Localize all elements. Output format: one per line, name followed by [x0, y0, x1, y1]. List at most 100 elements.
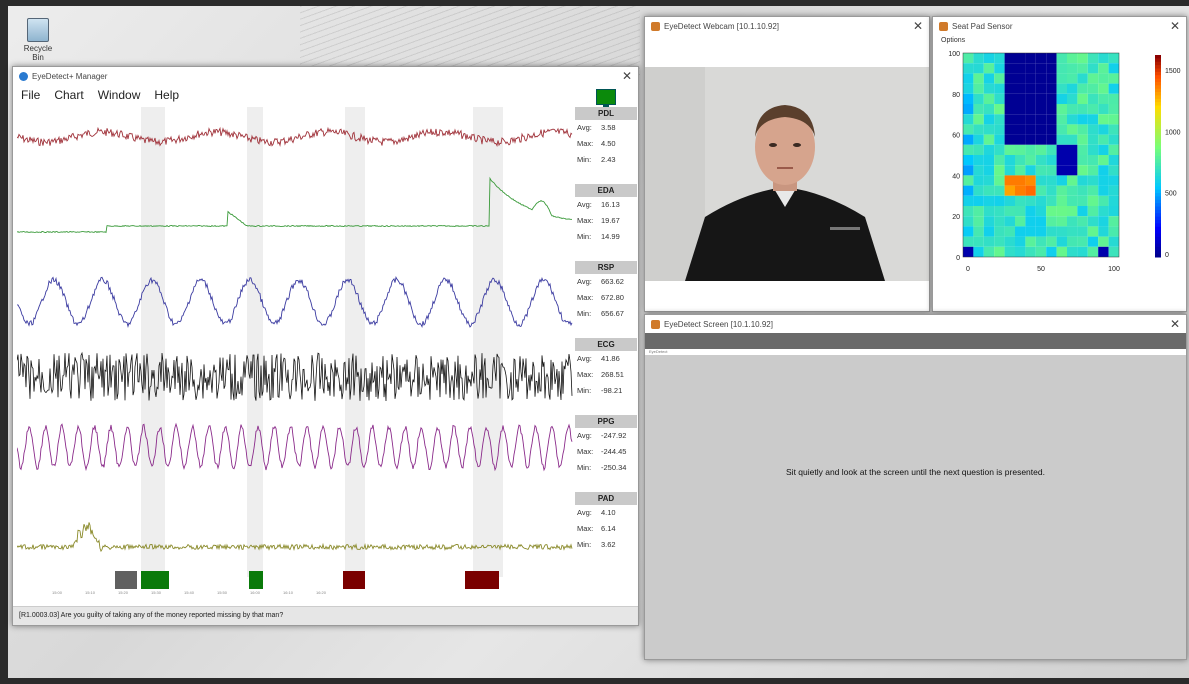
stat-label: Min:	[577, 232, 592, 241]
heatmap-cell	[1087, 175, 1099, 186]
colorbar-segment	[1155, 61, 1161, 66]
heatmap-cell	[973, 185, 984, 196]
question-marker[interactable]	[343, 571, 365, 589]
heatmap-cell	[1056, 226, 1067, 237]
heatmap-cell	[1108, 155, 1119, 166]
heatmap-cell	[983, 155, 995, 166]
heatmap-cell	[1056, 124, 1067, 135]
heatmap-cell	[1046, 83, 1057, 94]
menu-file[interactable]: File	[21, 88, 40, 102]
stat-value: 19.67	[601, 216, 620, 225]
heatmap-cell	[1087, 155, 1099, 166]
heatmap-cell	[1046, 155, 1057, 166]
heatmap-cell	[1067, 83, 1078, 94]
stat-row-max: Max: -244.45	[575, 444, 637, 460]
colorbar-segment	[1155, 193, 1161, 197]
colorbar-segment	[1155, 152, 1161, 157]
heatmap-cell	[994, 134, 1005, 145]
colorbar-segment	[1155, 68, 1161, 73]
stats-eda: EDA Avg: 16.13 Max: 19.67 Min: 14.99	[575, 184, 637, 245]
stats-pad: PAD Avg: 4.10 Max: 6.14 Min: 3.62	[575, 492, 637, 553]
heatmap-cell	[1015, 83, 1026, 94]
seatpad-window[interactable]: Seat Pad Sensor ✕ Options 100 80 60 40 20 0 0 5…	[932, 16, 1187, 312]
heatmap-cell	[973, 63, 984, 74]
heatmap-cell	[994, 185, 1005, 196]
close-icon[interactable]: ✕	[913, 19, 923, 33]
screen-titlebar[interactable]: EyeDetect Screen [10.1.10.92] ✕	[645, 315, 1186, 333]
recycle-bin-icon	[27, 18, 49, 42]
menu-help[interactable]: Help	[154, 88, 179, 102]
heatmap-cell	[1067, 73, 1078, 84]
heatmap-cell	[1077, 104, 1088, 115]
heatmap-cell	[994, 226, 1005, 237]
recycle-bin-shortcut[interactable]: Recycle Bin	[18, 18, 58, 62]
heatmap-cell	[1035, 236, 1047, 247]
heatmap-cell	[1025, 246, 1036, 257]
colorbar-segment	[1155, 186, 1161, 191]
heatmap-cell	[1015, 236, 1026, 247]
heatmap-cell	[1056, 155, 1067, 166]
colorbar-segment	[1155, 85, 1161, 90]
heatmap-cell	[1087, 195, 1099, 206]
menu-window[interactable]: Window	[98, 88, 141, 102]
heatmap-cell	[1087, 216, 1099, 227]
stat-row-avg: Avg: 16.13	[575, 197, 637, 213]
manager-titlebar[interactable]: EyeDetect+ Manager ✕	[13, 67, 638, 85]
question-marker[interactable]	[115, 571, 137, 589]
heatmap-cell	[1025, 216, 1036, 227]
close-icon[interactable]: ✕	[622, 69, 632, 83]
heatmap-cell	[1025, 195, 1036, 206]
webcam-window[interactable]: EyeDetect Webcam [10.1.10.92] ✕	[644, 16, 930, 312]
monitor-status-icon[interactable]	[596, 89, 616, 107]
heatmap-cell	[1087, 93, 1099, 104]
close-icon[interactable]: ✕	[1170, 19, 1180, 33]
heatmap-cell	[1004, 114, 1015, 125]
heatmap-cell	[963, 104, 974, 115]
heatmap-cell	[1046, 144, 1057, 155]
heatmap-cell	[1015, 93, 1026, 104]
colorbar-segment	[1155, 118, 1161, 123]
heatmap-cell	[963, 63, 974, 74]
webcam-titlebar[interactable]: EyeDetect Webcam [10.1.10.92] ✕	[645, 17, 929, 35]
heatmap-cell	[1067, 114, 1078, 125]
question-marker[interactable]	[249, 571, 263, 589]
colorbar-segment	[1155, 112, 1161, 117]
heatmap-cell	[983, 144, 995, 155]
heatmap-cell	[1004, 155, 1015, 166]
x-tick: 100	[1108, 266, 1120, 273]
heatmap-cell	[1046, 63, 1057, 74]
heatmap-cell	[1015, 104, 1026, 115]
heatmap-cell	[1098, 114, 1109, 125]
screen-window[interactable]: EyeDetect Screen [10.1.10.92] ✕ EyeDetec…	[644, 314, 1187, 660]
stat-value: -247.92	[601, 431, 627, 440]
heatmap-cell	[994, 236, 1005, 247]
question-marker[interactable]	[465, 571, 499, 589]
time-tick: 15:40	[184, 590, 195, 595]
heatmap-cell	[973, 195, 984, 206]
manager-window[interactable]: EyeDetect+ Manager ✕ File Chart Window H…	[12, 66, 639, 626]
heatmap-cell	[983, 206, 995, 217]
stat-label: Avg:	[577, 200, 592, 209]
colorbar-segment	[1155, 166, 1161, 170]
heatmap-cell	[1015, 206, 1026, 217]
options-menu[interactable]: Options	[933, 35, 1186, 47]
heatmap-cell	[963, 155, 974, 166]
y-tick: 80	[952, 92, 960, 99]
menu-chart[interactable]: Chart	[54, 88, 83, 102]
pressure-heatmap: 1008060402000 50 100150010005000	[948, 51, 1180, 273]
heatmap-cell	[973, 93, 984, 104]
close-icon[interactable]: ✕	[1170, 317, 1180, 331]
heatmap-cell	[973, 155, 984, 166]
heatmap-cell	[963, 175, 974, 186]
heatmap-cell	[1077, 73, 1088, 84]
seatpad-titlebar[interactable]: Seat Pad Sensor ✕	[933, 17, 1186, 35]
stats-rsp: RSP Avg: 663.62 Max: 672.80 Min: 656.67	[575, 261, 637, 322]
heatmap-cell	[1098, 63, 1109, 74]
heatmap-cell	[1087, 104, 1099, 115]
heatmap-cell	[1046, 226, 1057, 237]
heatmap-cell	[1067, 134, 1078, 145]
heatmap-cell	[1108, 216, 1119, 227]
question-marker[interactable]	[141, 571, 169, 589]
heatmap-cell	[1067, 63, 1078, 74]
stat-label: Max:	[577, 524, 594, 533]
